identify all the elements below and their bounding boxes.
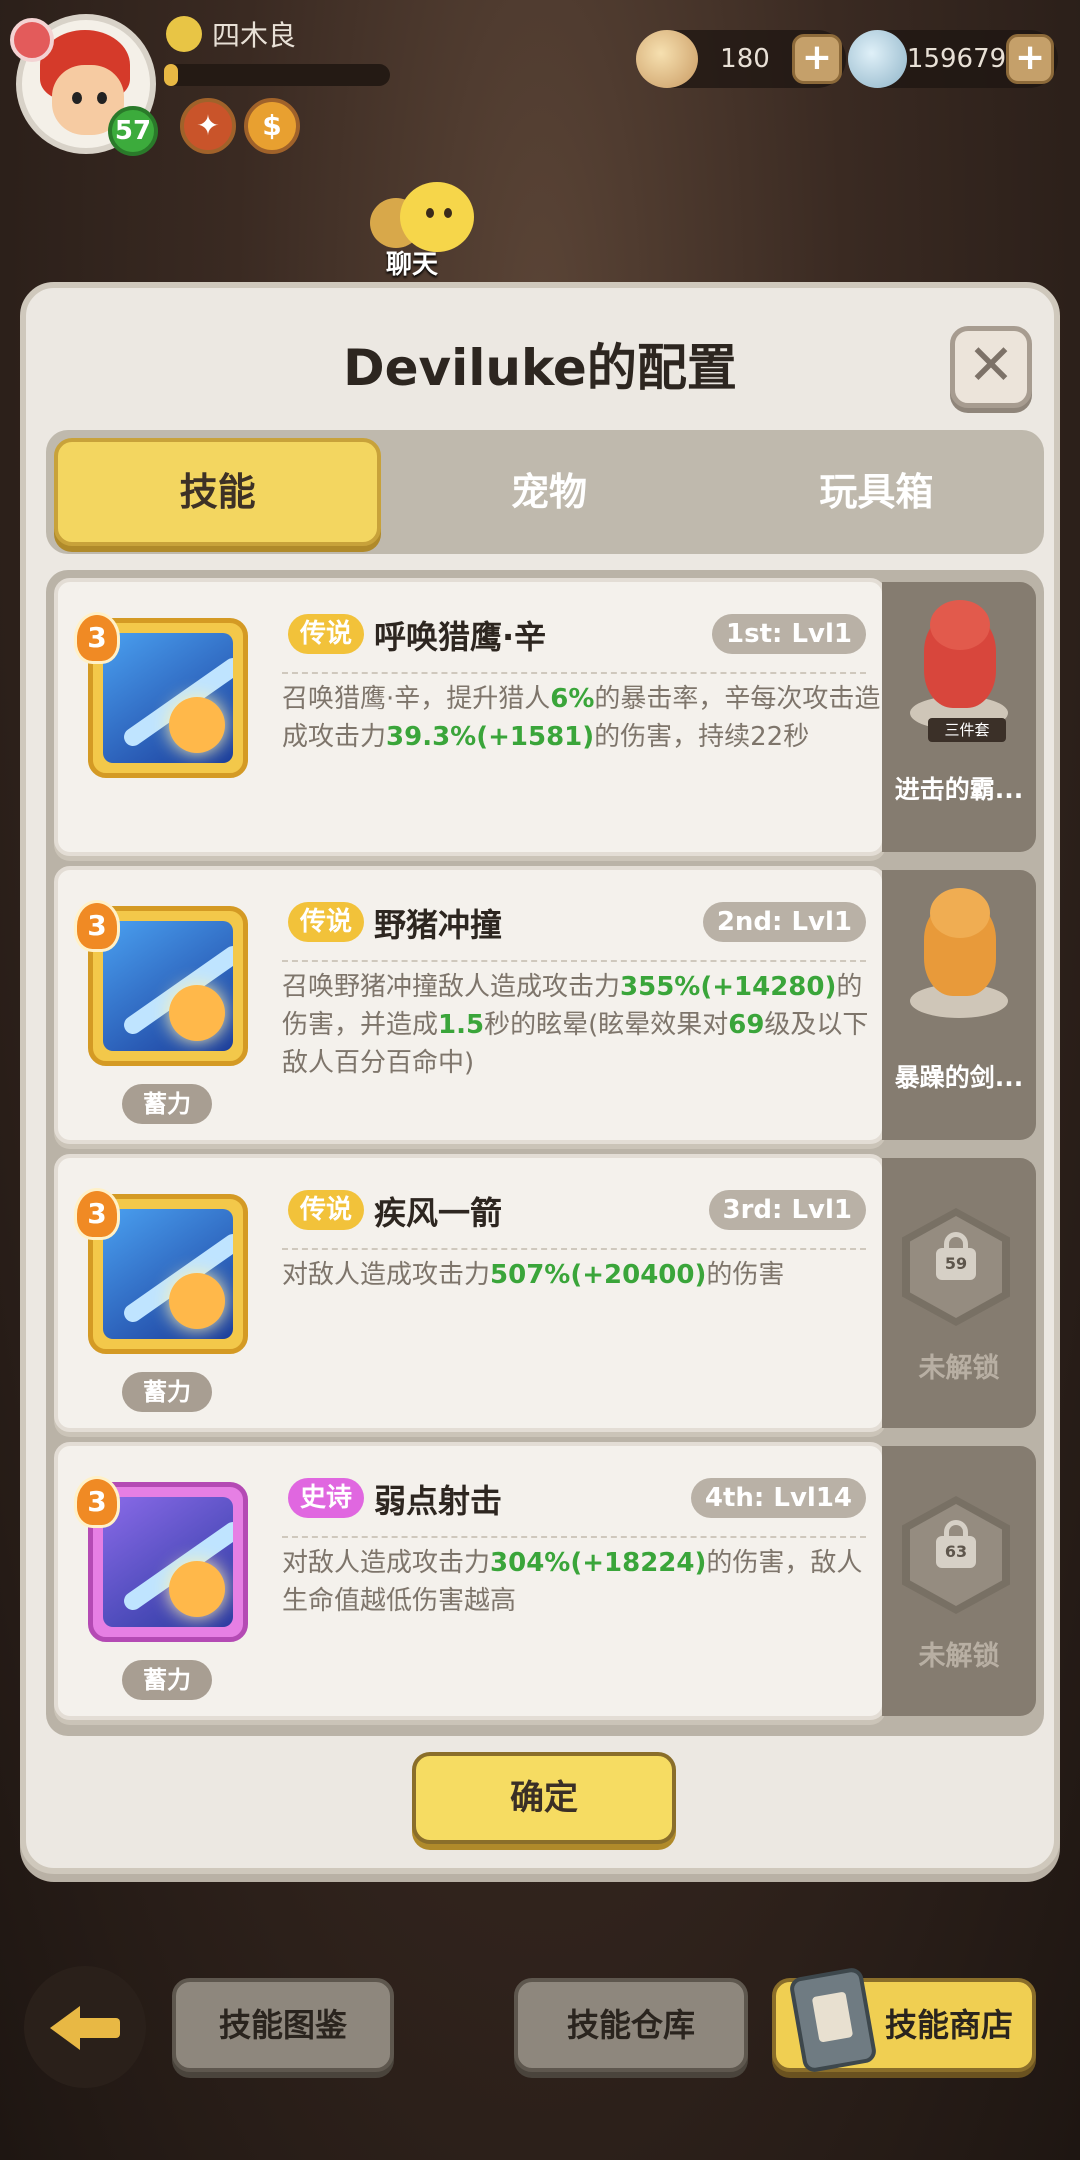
charge-tag: 蓄力 xyxy=(122,1372,212,1412)
skill-codex-button[interactable]: 技能图鉴 xyxy=(172,1978,394,2072)
shell-icon xyxy=(636,30,698,88)
notification-icon xyxy=(10,18,54,62)
player-name-row: 四木良 xyxy=(166,14,296,54)
set-tag: 三件套 xyxy=(928,718,1006,742)
lock-icon: 59 xyxy=(902,1208,1010,1326)
skill-row: 3 蓄力 传说 野猪冲撞 2nd: Lvl1 召唤野猪冲撞敌人造成攻击力355%… xyxy=(54,866,1036,1144)
currency-gem: 159679 + xyxy=(848,30,1058,88)
tab-toybox[interactable]: 玩具箱 xyxy=(717,438,1036,546)
player-level: 57 xyxy=(108,106,158,156)
slot-tag: 1st: Lvl1 xyxy=(712,614,866,654)
shop-machine-icon xyxy=(788,1966,878,2074)
rank-badge: 3 xyxy=(74,1476,120,1528)
confirm-button[interactable]: 确定 xyxy=(412,1752,676,1844)
charge-tag: 蓄力 xyxy=(122,1084,212,1124)
skill-card[interactable]: 3 蓄力 传说 疾风一箭 3rd: Lvl1 对敌人造成攻击力507%(+204… xyxy=(54,1154,886,1432)
skill-name: 疾风一箭 xyxy=(374,1194,503,1232)
skill-description: 对敌人造成攻击力507%(+20400)的伤害 xyxy=(282,1260,785,1290)
gem-count: 159679 xyxy=(906,44,1007,74)
gem-icon xyxy=(848,30,907,88)
config-dialog: Deviluke的配置 ✕ 技能 宠物 玩具箱 3 传说 呼唤猎鹰·辛 1st:… xyxy=(20,282,1060,1874)
pet-slot[interactable]: 三件套 进击的霸... xyxy=(882,582,1036,852)
skill-row: 3 蓄力 传说 疾风一箭 3rd: Lvl1 对敌人造成攻击力507%(+204… xyxy=(54,1154,1036,1432)
skill-shop-label: 技能商店 xyxy=(884,2006,1013,2044)
skill-card[interactable]: 3 传说 呼唤猎鹰·辛 1st: Lvl1 召唤猎鹰·辛，提升猎人6%的暴击率，… xyxy=(54,578,886,856)
slot-tag: 2nd: Lvl1 xyxy=(702,902,866,942)
rarity-badge: 传说 xyxy=(288,1190,365,1230)
skill-row: 3 蓄力 史诗 弱点射击 4th: Lvl14 对敌人造成攻击力304%(+18… xyxy=(54,1442,1036,1720)
skill-storage-button[interactable]: 技能仓库 xyxy=(514,1978,748,2072)
chat-face-icon xyxy=(400,182,474,252)
rarity-badge: 传说 xyxy=(288,614,365,654)
currency-shell: 180 + xyxy=(636,30,846,88)
skill-description: 召唤猎鹰·辛，提升猎人6%的暴击率，辛每次攻击造成攻击力39.3%(+1581)… xyxy=(282,684,881,752)
xp-bar xyxy=(164,64,390,86)
close-icon: ✕ xyxy=(967,333,1015,398)
shell-count: 180 xyxy=(720,44,770,74)
rank-badge: 3 xyxy=(74,1188,120,1240)
dialog-title: Deviluke的配置 xyxy=(343,339,737,397)
locked-label: 未解锁 xyxy=(918,1353,1000,1384)
locked-label: 未解锁 xyxy=(918,1641,1000,1672)
locked-slot: 59 未解锁 xyxy=(882,1158,1036,1428)
close-button[interactable]: ✕ xyxy=(950,326,1032,408)
rarity-badge: 史诗 xyxy=(288,1478,365,1518)
skill-name: 呼唤猎鹰·辛 xyxy=(374,618,547,656)
tab-pets[interactable]: 宠物 xyxy=(389,438,708,546)
skill-card[interactable]: 3 蓄力 传说 野猪冲撞 2nd: Lvl1 召唤野猪冲撞敌人造成攻击力355%… xyxy=(54,866,886,1144)
pet-name: 进击的霸... xyxy=(894,775,1024,804)
divider xyxy=(282,1248,866,1250)
divider xyxy=(282,672,866,674)
unlock-level: 63 xyxy=(936,1536,976,1568)
skill-row: 3 传说 呼唤猎鹰·辛 1st: Lvl1 召唤猎鹰·辛，提升猎人6%的暴击率，… xyxy=(54,578,1036,856)
divider xyxy=(282,1536,866,1538)
coin-medal-icon[interactable]: $ xyxy=(244,98,300,154)
tab-skills[interactable]: 技能 xyxy=(54,438,382,546)
tab-bar: 技能 宠物 玩具箱 xyxy=(46,430,1044,554)
rank-badge: 3 xyxy=(74,900,120,952)
skill-shop-button[interactable]: 技能商店 xyxy=(772,1966,1036,2074)
add-shell-button[interactable]: + xyxy=(792,34,842,84)
chat-button[interactable]: 聊天 xyxy=(366,178,486,280)
player-name: 四木良 xyxy=(212,19,297,52)
medal-icon[interactable]: ✦ xyxy=(180,98,236,154)
unlock-level: 59 xyxy=(936,1248,976,1280)
emoji-icon xyxy=(166,16,202,52)
skill-list: 3 传说 呼唤猎鹰·辛 1st: Lvl1 召唤猎鹰·辛，提升猎人6%的暴击率，… xyxy=(46,570,1044,1736)
add-gem-button[interactable]: + xyxy=(1006,34,1054,84)
rank-badge: 3 xyxy=(74,612,120,664)
skill-description: 召唤野猪冲撞敌人造成攻击力355%(+14280)的伤害，并造成1.5秒的眩晕(… xyxy=(282,972,869,1078)
pet-name: 暴躁的剑... xyxy=(894,1063,1024,1092)
divider xyxy=(282,960,866,962)
chat-label: 聊天 xyxy=(385,250,438,280)
lock-icon: 63 xyxy=(902,1496,1010,1614)
player-avatar[interactable]: 57 xyxy=(10,14,158,156)
pet-slot[interactable]: 暴躁的剑... xyxy=(882,870,1036,1140)
skill-name: 弱点射击 xyxy=(374,1482,503,1520)
locked-slot: 63 未解锁 xyxy=(882,1446,1036,1716)
charge-tag: 蓄力 xyxy=(122,1660,212,1700)
slot-tag: 4th: Lvl14 xyxy=(690,1478,866,1518)
rarity-badge: 传说 xyxy=(288,902,365,942)
slot-tag: 3rd: Lvl1 xyxy=(708,1190,866,1230)
xp-fill xyxy=(164,64,178,86)
tiger-pet-icon xyxy=(904,884,1014,1024)
skill-card[interactable]: 3 蓄力 史诗 弱点射击 4th: Lvl14 对敌人造成攻击力304%(+18… xyxy=(54,1442,886,1720)
back-button[interactable] xyxy=(24,1966,146,2088)
skill-name: 野猪冲撞 xyxy=(374,906,503,944)
skill-description: 对敌人造成攻击力304%(+18224)的伤害，敌人生命值越低伤害越高 xyxy=(282,1548,863,1616)
dinosaur-pet-icon xyxy=(904,596,1014,736)
